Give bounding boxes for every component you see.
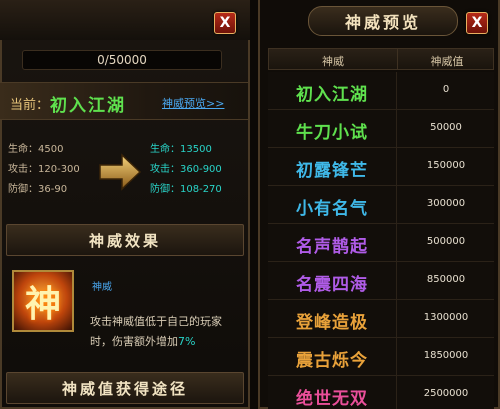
left-header-strip <box>0 0 250 40</box>
rank-row: 名震四海 850000 <box>268 262 494 300</box>
rank-name: 名声鹊起 <box>296 237 368 257</box>
rank-name: 牛刀小试 <box>296 123 368 143</box>
route-title: 神威值获得途径 <box>61 379 188 398</box>
rank-value: 300000 <box>426 198 466 209</box>
close-icon: X <box>471 15 483 31</box>
rank-row: 绝世无双 2500000 <box>268 376 494 409</box>
rank-value: 850000 <box>426 274 466 285</box>
rank-name: 震古烁今 <box>296 351 368 371</box>
rank-value: 500000 <box>426 236 466 247</box>
route-section-banner: 神威值获得途径 <box>6 372 244 404</box>
rank-value: 1300000 <box>423 312 469 323</box>
rank-value: 1850000 <box>423 350 469 361</box>
rank-name: 绝世无双 <box>296 389 368 409</box>
rank-row: 初入江湖 0 <box>268 72 494 110</box>
stat-hp-current: 生命：4500 <box>8 144 64 155</box>
rank-name: 名震四海 <box>296 275 368 295</box>
header-rank: 神威 <box>322 55 344 68</box>
rank-row: 小有名气 300000 <box>268 186 494 224</box>
progress-text: 0/50000 <box>97 53 147 67</box>
rank-name: 登峰造极 <box>296 313 368 333</box>
close-icon: X <box>219 15 231 31</box>
preview-title: 神威预览 <box>344 13 421 32</box>
shenwei-progress-bar: 0/50000 <box>22 50 222 70</box>
rank-value: 0 <box>442 84 450 95</box>
rank-row: 初露锋芒 150000 <box>268 148 494 186</box>
current-rank-name: 初入江湖 <box>50 96 126 116</box>
stat-attack-next: 攻击：360-900 <box>150 164 222 175</box>
effect-title: 神威效果 <box>88 231 161 250</box>
effect-section-banner: 神威效果 <box>6 224 244 256</box>
rank-value: 2500000 <box>423 388 469 399</box>
preview-close-button[interactable]: X <box>466 12 488 34</box>
rank-value: 50000 <box>430 122 462 133</box>
current-rank-row: 当前： 初入江湖 神威预览>> <box>0 82 248 120</box>
rank-name: 小有名气 <box>296 199 368 219</box>
rank-row: 登峰造极 1300000 <box>268 300 494 338</box>
stat-attack-current: 攻击：120-300 <box>8 164 80 175</box>
shenwei-preview-link[interactable]: 神威预览>> <box>162 95 224 111</box>
arrow-right-icon <box>99 153 142 191</box>
effect-description: 攻击神威值低于自己的玩家时，伤害额外增加7% <box>90 315 222 348</box>
shenwei-skill-icon: 神 <box>12 270 74 332</box>
current-label: 当前： <box>10 98 50 113</box>
rank-row: 名声鹊起 500000 <box>268 224 494 262</box>
rank-row: 牛刀小试 50000 <box>268 110 494 148</box>
close-button[interactable]: X <box>214 12 236 34</box>
effect-name: 神威 <box>92 282 112 293</box>
rank-row: 震古烁今 1850000 <box>268 338 494 376</box>
rank-name: 初入江湖 <box>296 85 368 105</box>
preview-title-plate: 神威预览 <box>308 6 458 36</box>
stat-defense-next: 防御：108-270 <box>150 184 222 195</box>
rank-value: 150000 <box>426 160 466 171</box>
header-value: 神威值 <box>430 55 464 68</box>
rank-name: 初露锋芒 <box>296 161 368 181</box>
stat-hp-next: 生命：13500 <box>150 144 212 155</box>
stat-defense-current: 防御：36-90 <box>8 184 68 195</box>
rank-table-header: 神威 神威值 <box>268 48 494 70</box>
